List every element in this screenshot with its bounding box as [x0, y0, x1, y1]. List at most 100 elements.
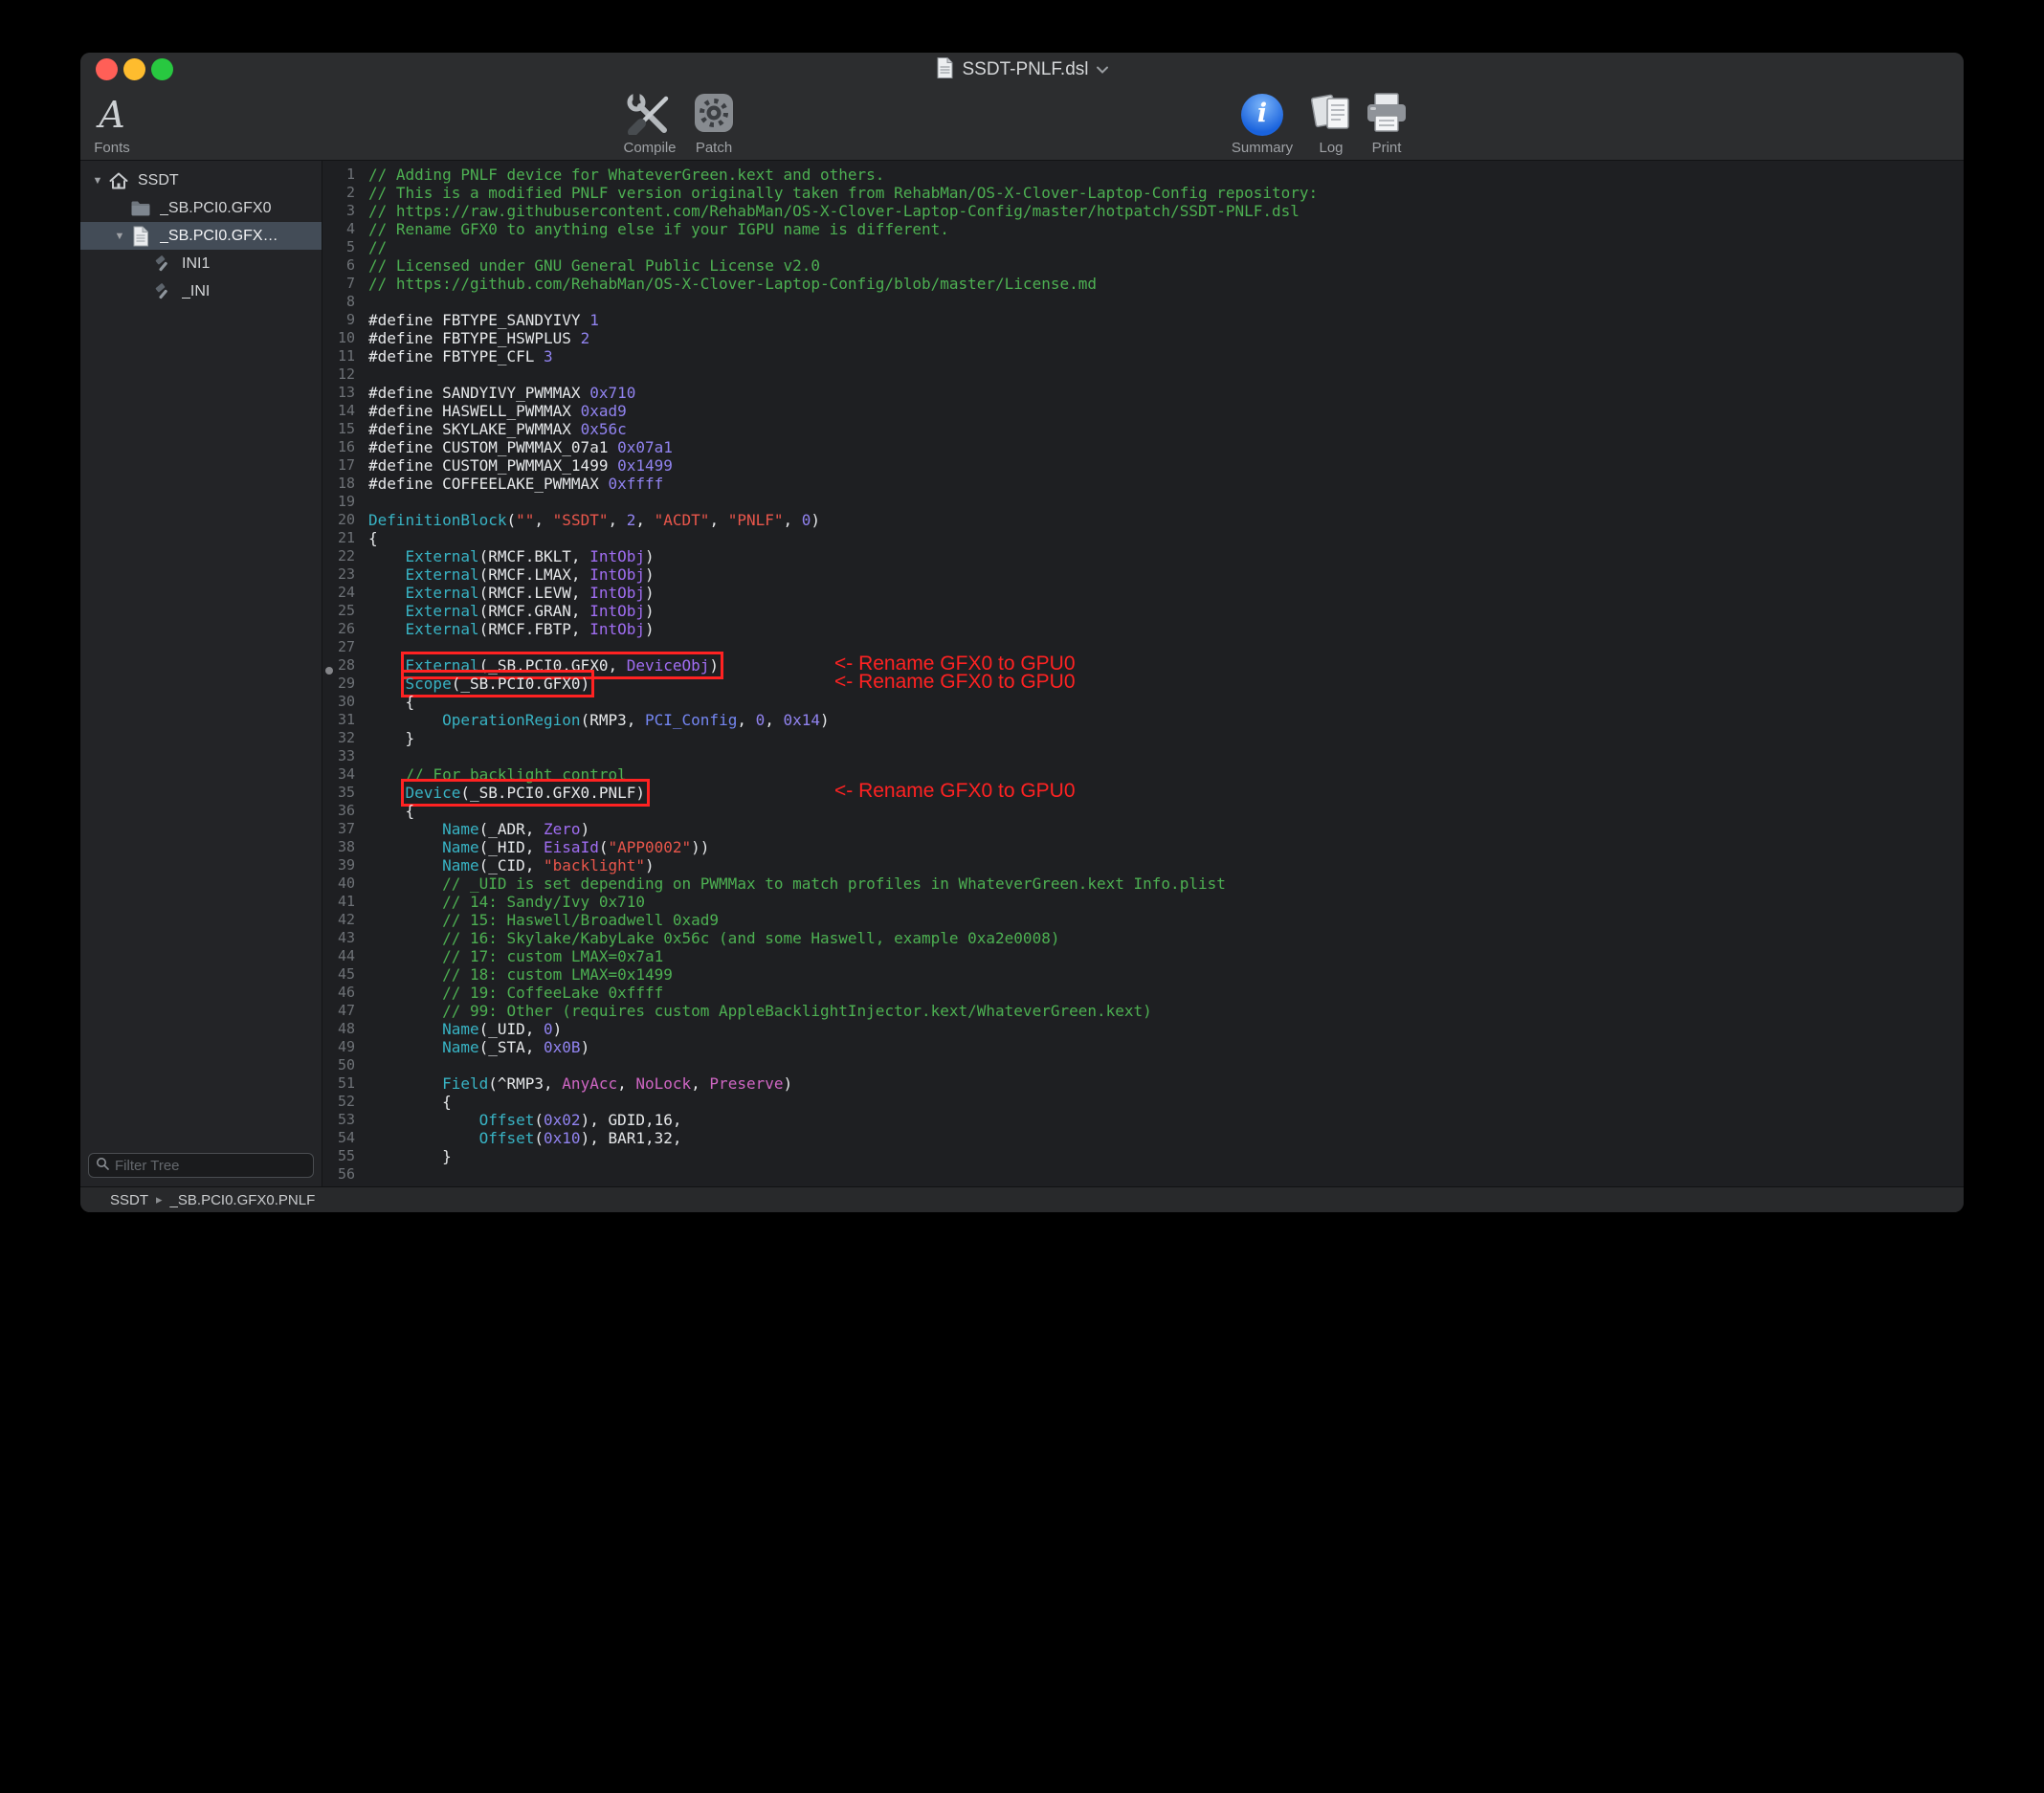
line-number: 5 [322, 238, 355, 256]
line-number: 37 [322, 820, 355, 838]
method-icon [151, 254, 174, 275]
sidebar-item-sb-pci0-gfx[interactable]: ▼ _SB.PCI0.GFX… [80, 222, 322, 250]
code-line: 4// Rename GFX0 to anything else if your… [322, 220, 1964, 238]
code-line: 28 External(_SB.PCI0.GFX0, DeviceObj)<- … [322, 656, 1964, 675]
line-number: 17 [322, 456, 355, 475]
line-number: 23 [322, 565, 355, 584]
code-line: 33 [322, 747, 1964, 765]
code-line: 32 } [322, 729, 1964, 747]
minimize-button[interactable] [123, 58, 145, 80]
code-line: 42 // 15: Haswell/Broadwell 0xad9 [322, 911, 1964, 929]
disclosure-triangle-icon[interactable]: ▼ [110, 231, 129, 242]
line-number: 49 [322, 1038, 355, 1056]
line-number: 7 [322, 275, 355, 293]
line-number: 24 [322, 584, 355, 602]
code-line: 24 External(RMCF.LEVW, IntObj) [322, 584, 1964, 602]
sidebar-item-label: INI1 [182, 255, 210, 273]
line-number: 29 [322, 675, 355, 693]
line-number: 47 [322, 1002, 355, 1020]
search-icon [96, 1157, 109, 1175]
code-line: 18#define COFFEELAKE_PWMMAX 0xffff [322, 475, 1964, 493]
line-number: 42 [322, 911, 355, 929]
code-line: 15#define SKYLAKE_PWMMAX 0x56c [322, 420, 1964, 438]
code-line: 3// https://raw.githubusercontent.com/Re… [322, 202, 1964, 220]
line-number: 15 [322, 420, 355, 438]
line-number: 48 [322, 1020, 355, 1038]
document-icon [129, 226, 152, 247]
code-line: 5// [322, 238, 1964, 256]
line-number: 13 [322, 384, 355, 402]
code-line: 47 // 99: Other (requires custom AppleBa… [322, 1002, 1964, 1020]
line-number: 51 [322, 1074, 355, 1093]
titlebar[interactable]: SSDT-PNLF.dsl [80, 53, 1964, 87]
sidebar-item-ssdt[interactable]: ▼ SSDT [80, 166, 322, 194]
code-line: 16#define CUSTOM_PWMMAX_07a1 0x07a1 [322, 438, 1964, 456]
line-number: 3 [322, 202, 355, 220]
code-editor[interactable]: 1// Adding PNLF device for WhateverGreen… [322, 161, 1964, 1186]
code-line: 25 External(RMCF.GRAN, IntObj) [322, 602, 1964, 620]
sidebar-item-ini1[interactable]: INI1 [80, 250, 322, 277]
code-line: 31 OperationRegion(RMP3, PCI_Config, 0, … [322, 711, 1964, 729]
document-proxy-icon[interactable] [936, 56, 955, 84]
line-number: 33 [322, 747, 355, 765]
filter-tree-input[interactable] [115, 1158, 306, 1174]
print-button[interactable]: Print [1334, 92, 1439, 156]
status-bar: SSDT ▸ _SB.PCI0.GFX0.PNLF [80, 1186, 1964, 1212]
code-line: 52 { [322, 1093, 1964, 1111]
sidebar-item-ini[interactable]: _INI [80, 277, 322, 305]
line-number: 12 [322, 365, 355, 384]
fonts-button[interactable]: A Fonts [80, 92, 165, 156]
method-icon [151, 281, 174, 302]
code-line: 11#define FBTYPE_CFL 3 [322, 347, 1964, 365]
line-number: 32 [322, 729, 355, 747]
zoom-button[interactable] [151, 58, 173, 80]
code-line: 14#define HASWELL_PWMMAX 0xad9 [322, 402, 1964, 420]
line-number: 9 [322, 311, 355, 329]
code-line: 13#define SANDYIVY_PWMMAX 0x710 [322, 384, 1964, 402]
code-line: 38 Name(_HID, EisaId("APP0002")) [322, 838, 1964, 856]
code-line: 19 [322, 493, 1964, 511]
breadcrumb-leaf[interactable]: _SB.PCI0.GFX0.PNLF [170, 1192, 316, 1208]
traffic-lights [96, 58, 173, 80]
info-glyph: i [1257, 99, 1267, 128]
code-line: 46 // 19: CoffeeLake 0xffff [322, 984, 1964, 1002]
code-line: 7// https://github.com/RehabMan/OS-X-Clo… [322, 275, 1964, 293]
code-line: 34 // For backlight control [322, 765, 1964, 784]
code-line: 22 External(RMCF.BKLT, IntObj) [322, 547, 1964, 565]
close-button[interactable] [96, 58, 118, 80]
line-number: 8 [322, 293, 355, 311]
code-line: 45 // 18: custom LMAX=0x1499 [322, 965, 1964, 984]
patch-button[interactable]: Patch [661, 92, 766, 156]
line-number: 36 [322, 802, 355, 820]
sidebar-item-label: SSDT [138, 172, 179, 189]
title-chevron-icon[interactable] [1096, 61, 1108, 78]
breadcrumb-root[interactable]: SSDT [110, 1192, 148, 1208]
code-line: 44 // 17: custom LMAX=0x7a1 [322, 947, 1964, 965]
code-line: 54 Offset(0x10), BAR1,32, [322, 1129, 1964, 1147]
rename-annotation: <- Rename GFX0 to GPU0 [834, 673, 1076, 691]
filter-field[interactable] [88, 1153, 314, 1178]
line-number: 22 [322, 547, 355, 565]
line-number: 50 [322, 1056, 355, 1074]
sidebar-item-sb-pci0-gfx0[interactable]: _SB.PCI0.GFX0 [80, 194, 322, 222]
summary-info-icon: i [1241, 94, 1283, 136]
code-line: 35 Device(_SB.PCI0.GFX0.PNLF)<- Rename G… [322, 784, 1964, 802]
code-line: 8 [322, 293, 1964, 311]
folder-icon [129, 198, 152, 219]
line-number: 27 [322, 638, 355, 656]
sidebar-item-label: _INI [182, 283, 210, 300]
code-line: 23 External(RMCF.LMAX, IntObj) [322, 565, 1964, 584]
window-title: SSDT-PNLF.dsl [963, 59, 1089, 80]
line-number: 6 [322, 256, 355, 275]
code-line: 10#define FBTYPE_HSWPLUS 2 [322, 329, 1964, 347]
line-number: 31 [322, 711, 355, 729]
code-line: 17#define CUSTOM_PWMMAX_1499 0x1499 [322, 456, 1964, 475]
code-line: 40 // _UID is set depending on PWMMax to… [322, 874, 1964, 893]
disclosure-triangle-icon[interactable]: ▼ [88, 175, 107, 187]
code-line: 41 // 14: Sandy/Ivy 0x710 [322, 893, 1964, 911]
code-line: 26 External(RMCF.FBTP, IntObj) [322, 620, 1964, 638]
line-number: 28 [322, 656, 355, 675]
code-line: 27 [322, 638, 1964, 656]
fonts-label: Fonts [94, 140, 130, 156]
line-number: 55 [322, 1147, 355, 1165]
